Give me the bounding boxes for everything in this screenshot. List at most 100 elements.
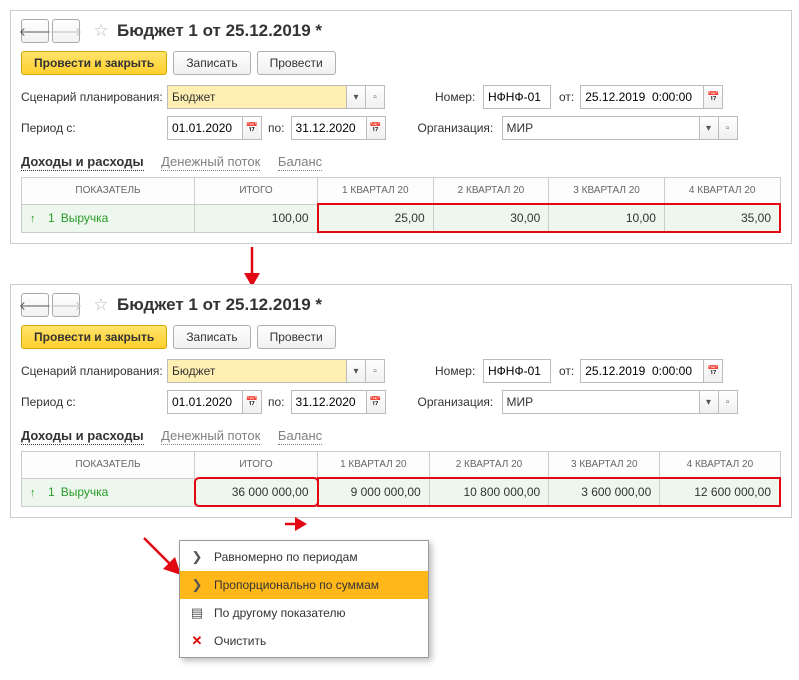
scenario-combo[interactable]: Бюджет ▾ ▫ bbox=[167, 359, 385, 383]
period-to-value[interactable] bbox=[292, 391, 366, 413]
org-value: МИР bbox=[503, 117, 699, 139]
org-combo[interactable]: МИР ▾ ▫ bbox=[502, 116, 738, 140]
calendar-icon[interactable]: 📅 bbox=[242, 391, 261, 413]
save-button[interactable]: Записать bbox=[173, 325, 250, 349]
period-label: Период с: bbox=[21, 395, 167, 409]
menu-item-label: Равномерно по периодам bbox=[214, 550, 358, 564]
dropdown-icon[interactable]: ▾ bbox=[699, 117, 718, 139]
cell-q1[interactable]: 25,00 bbox=[318, 204, 434, 232]
cell-q3[interactable]: 10,00 bbox=[549, 204, 665, 232]
tab-balance[interactable]: Баланс bbox=[278, 428, 322, 445]
window-title: Бюджет 1 от 25.12.2019 * bbox=[117, 21, 322, 41]
cell-total[interactable]: 100,00 bbox=[195, 204, 318, 232]
cell-q4[interactable]: 12 600 000,00 bbox=[660, 478, 780, 506]
number-field[interactable] bbox=[483, 85, 551, 109]
date-field[interactable]: 📅 bbox=[580, 359, 723, 383]
menu-item-label: Очистить bbox=[214, 634, 266, 648]
number-value[interactable] bbox=[484, 86, 550, 108]
period-to-value[interactable] bbox=[292, 117, 366, 139]
cell-total[interactable]: 36 000 000,00 bbox=[195, 478, 318, 506]
row-number: 1 bbox=[45, 485, 57, 499]
calendar-icon[interactable]: 📅 bbox=[703, 86, 722, 108]
calendar-icon[interactable]: 📅 bbox=[242, 117, 261, 139]
col-q1: 1 квартал 20 bbox=[318, 178, 434, 205]
period-to-field[interactable]: 📅 bbox=[291, 116, 386, 140]
scenario-label: Сценарий планирования: bbox=[21, 90, 167, 104]
period-from-value[interactable] bbox=[168, 391, 242, 413]
row-label: Выручка bbox=[61, 211, 109, 225]
cell-q3[interactable]: 3 600 000,00 bbox=[549, 478, 660, 506]
menu-item-label: По другому показателю bbox=[214, 606, 345, 620]
cell-q1[interactable]: 9 000 000,00 bbox=[318, 478, 430, 506]
scenario-value: Бюджет bbox=[168, 86, 346, 108]
calendar-icon[interactable]: 📅 bbox=[703, 360, 722, 382]
titlebar: 🡐 🡒 ☆ Бюджет 1 от 25.12.2019 * bbox=[21, 293, 781, 317]
dropdown-icon[interactable]: ▾ bbox=[346, 360, 365, 382]
row-indicator-cell: ↑ 1 Выручка bbox=[22, 478, 195, 506]
dropdown-icon[interactable]: ▾ bbox=[699, 391, 718, 413]
calculator-icon: ▤ bbox=[190, 605, 204, 621]
save-button[interactable]: Записать bbox=[173, 51, 250, 75]
open-icon[interactable]: ▫ bbox=[718, 391, 737, 413]
number-field[interactable] bbox=[483, 359, 551, 383]
number-value[interactable] bbox=[484, 360, 550, 382]
close-icon: ✕ bbox=[190, 633, 204, 649]
open-icon[interactable]: ▫ bbox=[365, 360, 384, 382]
org-combo[interactable]: МИР ▾ ▫ bbox=[502, 390, 738, 414]
col-q1: 1 квартал 20 bbox=[318, 452, 430, 479]
scenario-label: Сценарий планирования: bbox=[21, 364, 167, 378]
period-from-field[interactable]: 📅 bbox=[167, 116, 262, 140]
menu-item-by-other-indicator[interactable]: ▤ По другому показателю bbox=[180, 599, 428, 627]
post-button[interactable]: Провести bbox=[257, 325, 336, 349]
post-and-close-button[interactable]: Провести и закрыть bbox=[21, 51, 167, 75]
table-row[interactable]: ↑ 1 Выручка 100,00 25,00 30,00 10,00 35,… bbox=[22, 204, 781, 232]
scenario-combo[interactable]: Бюджет ▾ ▫ bbox=[167, 85, 385, 109]
row-indicator-cell: ↑ 1 Выручка bbox=[22, 204, 195, 232]
open-icon[interactable]: ▫ bbox=[365, 86, 384, 108]
row-label: Выручка bbox=[61, 485, 109, 499]
favorite-star-icon[interactable]: ☆ bbox=[91, 21, 111, 41]
window-title: Бюджет 1 от 25.12.2019 * bbox=[117, 295, 322, 315]
date-value[interactable] bbox=[581, 360, 703, 382]
nav-back-button[interactable]: 🡐 bbox=[21, 19, 49, 43]
org-label: Организация: bbox=[418, 395, 502, 409]
period-from-value[interactable] bbox=[168, 117, 242, 139]
cell-q4[interactable]: 35,00 bbox=[664, 204, 780, 232]
titlebar: 🡐 🡒 ☆ Бюджет 1 от 25.12.2019 * bbox=[21, 19, 781, 43]
post-and-close-button[interactable]: Провести и закрыть bbox=[21, 325, 167, 349]
table-row[interactable]: ↑ 1 Выручка 36 000 000,00 9 000 000,00 1… bbox=[22, 478, 781, 506]
col-q4: 4 квартал 20 bbox=[660, 452, 780, 479]
chevron-right-icon: ❯ bbox=[190, 549, 204, 565]
cell-q2[interactable]: 30,00 bbox=[433, 204, 549, 232]
tab-cashflow[interactable]: Денежный поток bbox=[161, 428, 260, 445]
from-label: от: bbox=[559, 364, 574, 378]
number-label: Номер: bbox=[435, 364, 483, 378]
menu-item-clear[interactable]: ✕ Очистить bbox=[180, 627, 428, 655]
period-from-field[interactable]: 📅 bbox=[167, 390, 262, 414]
tab-balance[interactable]: Баланс bbox=[278, 154, 322, 171]
post-button[interactable]: Провести bbox=[257, 51, 336, 75]
calendar-icon[interactable]: 📅 bbox=[366, 391, 385, 413]
budget-panel-2: 🡐 🡒 ☆ Бюджет 1 от 25.12.2019 * Провести … bbox=[10, 284, 792, 518]
open-icon[interactable]: ▫ bbox=[718, 117, 737, 139]
dropdown-icon[interactable]: ▾ bbox=[346, 86, 365, 108]
col-q2: 2 квартал 20 bbox=[429, 452, 549, 479]
tab-income-expense[interactable]: Доходы и расходы bbox=[21, 154, 144, 171]
tab-income-expense[interactable]: Доходы и расходы bbox=[21, 428, 144, 445]
toolbar: Провести и закрыть Записать Провести bbox=[21, 51, 781, 75]
period-to-label: по: bbox=[268, 121, 285, 135]
menu-item-distribute-evenly[interactable]: ❯ Равномерно по периодам bbox=[180, 543, 428, 571]
calendar-icon[interactable]: 📅 bbox=[366, 117, 385, 139]
date-field[interactable]: 📅 bbox=[580, 85, 723, 109]
menu-item-distribute-proportional[interactable]: ❯ Пропорционально по суммам bbox=[180, 571, 428, 599]
tab-cashflow[interactable]: Денежный поток bbox=[161, 154, 260, 171]
period-to-field[interactable]: 📅 bbox=[291, 390, 386, 414]
favorite-star-icon[interactable]: ☆ bbox=[91, 295, 111, 315]
date-value[interactable] bbox=[581, 86, 703, 108]
col-total: Итого bbox=[195, 452, 318, 479]
row-number: 1 bbox=[45, 211, 57, 225]
nav-back-button[interactable]: 🡐 bbox=[21, 293, 49, 317]
arrow-up-icon: ↑ bbox=[30, 487, 42, 499]
cell-q2[interactable]: 10 800 000,00 bbox=[429, 478, 549, 506]
from-label: от: bbox=[559, 90, 574, 104]
